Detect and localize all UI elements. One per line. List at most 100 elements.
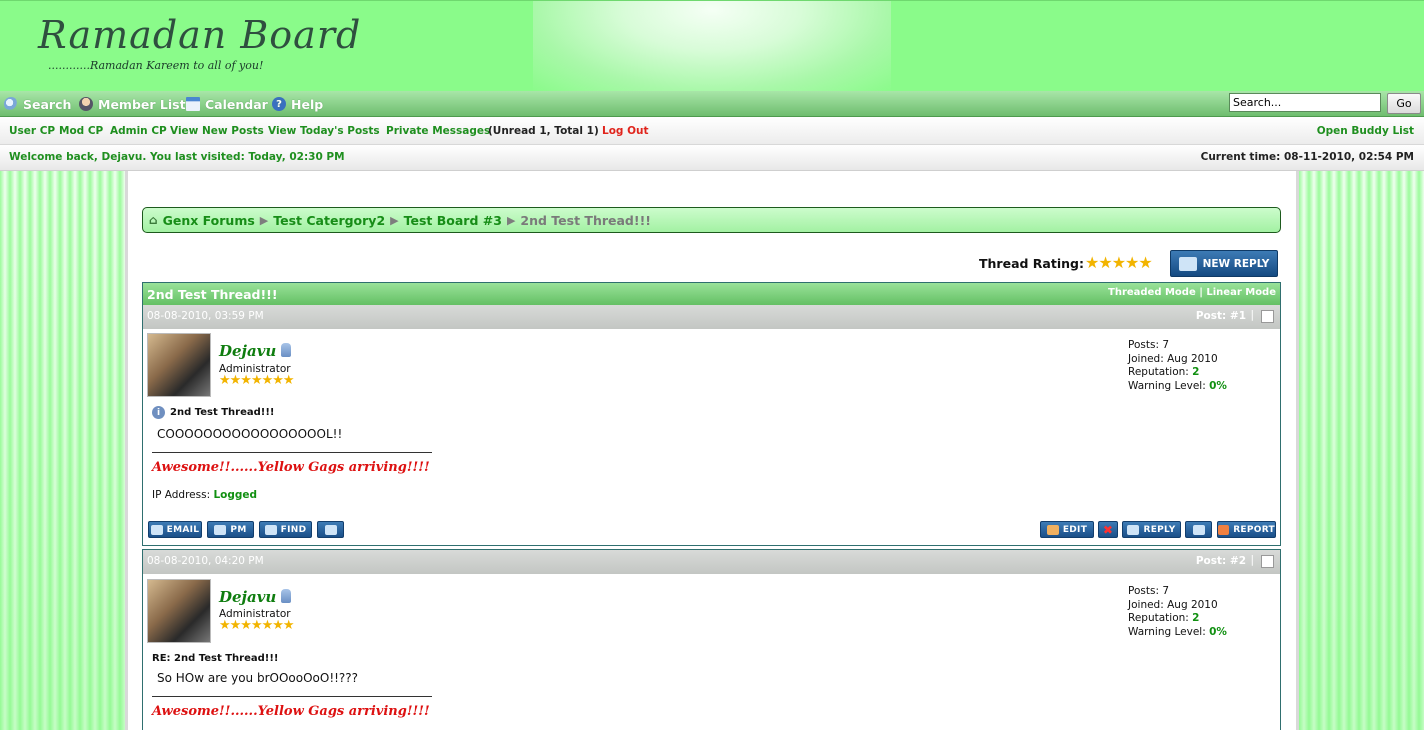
post-signature: Awesome!!......Yellow Gags arriving!!!!: [152, 704, 430, 719]
new-reply-button[interactable]: NEW REPLY: [1170, 250, 1278, 277]
linear-mode-link[interactable]: Linear Mode: [1206, 287, 1276, 298]
welcome-text: Welcome back, Dejavu. You last visited: …: [9, 151, 345, 163]
post-username[interactable]: Dejavu: [219, 588, 276, 606]
go-button[interactable]: Go: [1387, 93, 1421, 114]
link-admin-cp[interactable]: Admin CP: [110, 125, 167, 137]
thread-header: 2nd Test Thread!!! Threaded Mode | Linea…: [143, 283, 1280, 305]
threaded-mode-link[interactable]: Threaded Mode: [1108, 287, 1196, 298]
magnifier-icon: [4, 97, 18, 111]
menu-member-list-label: Member List: [98, 96, 186, 112]
post-number-divider: |: [1250, 309, 1254, 321]
add-buddy-button[interactable]: [317, 521, 344, 538]
email-label: EMAIL: [166, 524, 200, 535]
pm-counts: (Unread 1, Total 1): [488, 125, 599, 137]
breadcrumb-genx-forums[interactable]: Genx Forums: [163, 213, 255, 228]
find-icon: [264, 524, 277, 535]
user-avatar[interactable]: [147, 579, 211, 643]
posts-label: Posts:: [1128, 339, 1159, 351]
thread-rating-stars[interactable]: ★★★★★: [1085, 253, 1153, 272]
header-glow: [533, 1, 891, 92]
email-button[interactable]: EMAIL: [148, 521, 202, 538]
posts-count: 7: [1162, 339, 1170, 351]
warning-value[interactable]: 0%: [1209, 626, 1227, 638]
mode-divider: |: [1199, 287, 1203, 298]
link-view-todays-posts[interactable]: View Today's Posts: [268, 125, 380, 137]
breadcrumb: ⌂ Genx Forums ▶ Test Catergory2 ▶ Test B…: [142, 207, 1281, 233]
edit-icon: [1046, 524, 1059, 535]
report-icon: [1218, 524, 1230, 535]
signature-divider: [152, 696, 432, 697]
post-title: 2nd Test Thread!!!: [170, 407, 275, 418]
multiquote-button[interactable]: [1185, 521, 1212, 538]
post-username[interactable]: Dejavu: [219, 342, 276, 360]
link-mod-cp[interactable]: Mod CP: [59, 125, 103, 137]
posts-count: 7: [1162, 585, 1170, 597]
post-title: RE: 2nd Test Thread!!!: [152, 653, 279, 664]
post-select-checkbox[interactable]: [1261, 310, 1274, 323]
post-2-container: [142, 549, 1281, 730]
info-icon: i: [152, 406, 165, 419]
report-button[interactable]: REPORT: [1217, 521, 1276, 538]
online-status-icon: [281, 343, 291, 357]
warning-label: Warning Level:: [1128, 625, 1206, 638]
add-buddy-icon: [324, 524, 337, 535]
search-input[interactable]: [1229, 93, 1381, 112]
user-stats: Posts: 7 Joined: Aug 2010 Reputation: 2 …: [1128, 585, 1227, 639]
delete-button[interactable]: ✖: [1098, 521, 1118, 538]
joined-label: Joined:: [1128, 598, 1164, 611]
user-links-bar: User CP Mod CP Admin CP View New Posts V…: [0, 117, 1424, 145]
thread-title: 2nd Test Thread!!!: [147, 287, 278, 302]
member-icon: [79, 97, 93, 111]
email-icon: [150, 524, 163, 535]
ip-label: IP Address:: [152, 489, 211, 501]
site-tagline: ............Ramadan Kareem to all of you…: [48, 59, 264, 72]
reputation-value[interactable]: 2: [1192, 366, 1199, 378]
warning-label: Warning Level:: [1128, 379, 1206, 392]
pm-button[interactable]: PM: [207, 521, 254, 538]
post-body: So HOw are you brOOooOoO!!???: [157, 671, 359, 685]
help-icon: ?: [272, 97, 286, 111]
new-reply-icon: [1178, 256, 1197, 271]
ip-value: Logged: [213, 489, 258, 501]
warning-value[interactable]: 0%: [1209, 380, 1227, 392]
reputation-value[interactable]: 2: [1192, 612, 1199, 624]
user-rank-stars: ★★★★★★★: [219, 373, 295, 388]
menu-help[interactable]: ? Help: [272, 95, 323, 113]
post-number-divider: |: [1250, 554, 1254, 566]
delete-icon: ✖: [1102, 522, 1114, 537]
header-banner: Ramadan Board ............Ramadan Kareem…: [0, 0, 1424, 92]
menu-member-list[interactable]: Member List: [79, 95, 186, 113]
post-number[interactable]: Post: #2: [1196, 555, 1246, 567]
breadcrumb-test-category[interactable]: Test Catergory2: [273, 213, 385, 228]
menu-calendar[interactable]: Calendar: [186, 95, 268, 113]
link-private-messages[interactable]: Private Messages: [386, 125, 490, 137]
post-select-checkbox[interactable]: [1261, 555, 1274, 568]
link-user-cp[interactable]: User CP: [9, 125, 55, 137]
breadcrumb-arrow-icon: ▶: [390, 213, 399, 227]
reputation-label: Reputation:: [1128, 612, 1189, 624]
reply-label: REPLY: [1143, 524, 1176, 535]
link-view-new-posts[interactable]: View New Posts: [170, 125, 264, 137]
top-menu: Search Member List Calendar ? Help: [0, 91, 1424, 117]
menu-search[interactable]: Search: [4, 95, 71, 113]
link-log-out[interactable]: Log Out: [602, 125, 649, 137]
welcome-bar: Welcome back, Dejavu. You last visited: …: [0, 145, 1424, 171]
user-avatar[interactable]: [147, 333, 211, 397]
right-stripe-decoration: [1299, 171, 1424, 730]
find-button[interactable]: FIND: [259, 521, 312, 538]
breadcrumb-test-board[interactable]: Test Board #3: [404, 213, 502, 228]
find-label: FIND: [280, 524, 307, 535]
user-rank-stars: ★★★★★★★: [219, 618, 295, 633]
menu-help-label: Help: [291, 96, 324, 112]
menu-search-label: Search: [23, 96, 72, 112]
breadcrumb-current-thread: 2nd Test Thread!!!: [520, 212, 651, 228]
site-logo[interactable]: Ramadan Board: [38, 13, 361, 57]
link-open-buddy-list[interactable]: Open Buddy List: [1317, 125, 1414, 137]
online-status-icon: [281, 589, 291, 603]
reputation-label: Reputation:: [1128, 366, 1189, 378]
pm-label: PM: [230, 524, 247, 535]
edit-button[interactable]: EDIT: [1040, 521, 1094, 538]
post-number[interactable]: Post: #1: [1196, 310, 1246, 322]
reply-button[interactable]: REPLY: [1122, 521, 1181, 538]
home-icon[interactable]: ⌂: [149, 213, 158, 227]
